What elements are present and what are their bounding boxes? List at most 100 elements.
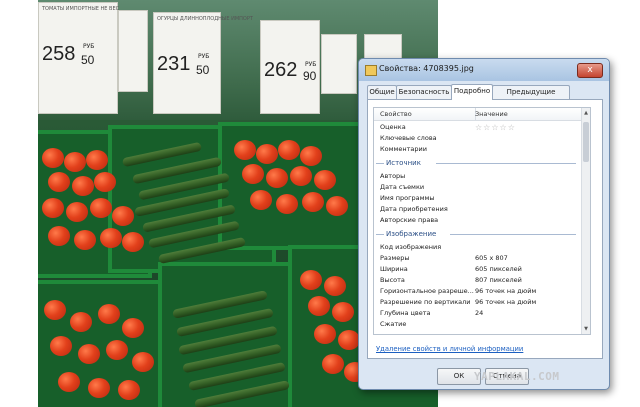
- tomato: [42, 198, 64, 218]
- property-name: Комментарии: [380, 145, 427, 153]
- section-rule: [436, 163, 576, 164]
- property-row[interactable]: Сжатие: [374, 319, 582, 330]
- property-name: Размеры: [380, 254, 410, 262]
- property-row[interactable]: Ключевые слова: [374, 133, 582, 144]
- tomato: [106, 340, 128, 360]
- tomato: [338, 330, 360, 350]
- property-row[interactable]: Авторы: [374, 171, 582, 182]
- tomato: [276, 194, 298, 214]
- property-name: Высота: [380, 276, 405, 284]
- price-kopecks: 50: [196, 63, 210, 77]
- tomato: [86, 150, 108, 170]
- tomato: [70, 312, 92, 332]
- tomato: [314, 324, 336, 344]
- tomato: [90, 198, 112, 218]
- tomato: [302, 192, 324, 212]
- remove-properties-link[interactable]: Удаление свойств и личной информации: [376, 345, 523, 353]
- tomato: [132, 352, 154, 372]
- vertical-scrollbar[interactable]: ▲ ▼: [581, 108, 590, 334]
- close-button[interactable]: x: [577, 63, 603, 78]
- tomato: [58, 372, 80, 392]
- column-header-value[interactable]: Значение: [475, 108, 582, 120]
- price-rubles: 262: [264, 59, 298, 81]
- tomato: [94, 172, 116, 192]
- property-name: Дата приобретения: [380, 205, 448, 213]
- property-row[interactable]: Имя программы: [374, 193, 582, 204]
- tomato: [250, 190, 272, 210]
- property-name: Авторские права: [380, 216, 439, 224]
- scroll-down-icon[interactable]: ▼: [583, 325, 589, 333]
- property-name: Разрешение по вертикали: [380, 298, 471, 306]
- properties-list[interactable]: Свойство Значение Оценка ☆☆☆☆☆ Ключевые …: [373, 107, 591, 335]
- property-row-rating[interactable]: Оценка ☆☆☆☆☆: [374, 122, 582, 133]
- property-row[interactable]: Комментарии: [374, 144, 582, 155]
- tomato: [332, 302, 354, 322]
- tomato: [72, 176, 94, 196]
- details-panel: Свойство Значение Оценка ☆☆☆☆☆ Ключевые …: [367, 99, 603, 359]
- dialog-title: Свойства: 4708395.jpg: [379, 64, 474, 73]
- tomato: [308, 296, 330, 316]
- property-value: 96 точек на дюйм: [475, 298, 537, 306]
- property-row[interactable]: Разрешение по вертикали 96 точек на дюйм: [374, 297, 582, 308]
- price-kopecks: 50: [81, 53, 95, 67]
- tomato: [266, 168, 288, 188]
- price-card-tag: ОГУРЦЫ ДЛИННОПЛОДНЫЕ ИМПОРТ: [157, 16, 253, 22]
- property-value: 24: [475, 309, 484, 317]
- price-card-small: [118, 10, 148, 92]
- property-value: 605 пикселей: [475, 265, 522, 273]
- properties-dialog: Свойства: 4708395.jpg x Общие Безопаснос…: [358, 58, 610, 390]
- column-header-property[interactable]: Свойство: [380, 108, 476, 120]
- section-rule: [376, 234, 384, 235]
- property-name: Ключевые слова: [380, 134, 437, 142]
- property-name: Ширина: [380, 265, 408, 273]
- tomato: [118, 380, 140, 400]
- tab-previous-versions[interactable]: Предыдущие версии: [492, 85, 570, 109]
- price-card: ОГУРЦЫ ДЛИННОПЛОДНЫЕ ИМПОРТ 231 РУБ 50: [153, 12, 253, 114]
- property-name: Оценка: [380, 123, 406, 131]
- list-header: Свойство Значение: [374, 108, 582, 121]
- section-rule: [450, 234, 576, 235]
- property-row[interactable]: Горизонтальное разреше... 96 точек на дю…: [374, 286, 582, 297]
- scrollbar-thumb[interactable]: [583, 122, 589, 162]
- tomato: [66, 202, 88, 222]
- tab-general[interactable]: Общие: [367, 85, 397, 99]
- tomato: [112, 206, 134, 226]
- section-label: Источник: [386, 159, 421, 167]
- tomato: [50, 336, 72, 356]
- tomato: [44, 300, 66, 320]
- tomato: [278, 140, 300, 160]
- price-currency: РУБ: [305, 61, 317, 68]
- tomato: [300, 146, 322, 166]
- property-row[interactable]: Глубина цвета 24: [374, 308, 582, 319]
- property-value: 605 x 807: [475, 254, 508, 262]
- tomato: [300, 270, 322, 290]
- rating-stars-icon[interactable]: ☆☆☆☆☆: [475, 123, 516, 132]
- price-card-tag: ТОМАТЫ ИМПОРТНЫЕ НЕ ВЕС: [42, 6, 120, 12]
- section-rule: [376, 163, 384, 164]
- property-row[interactable]: Авторские права: [374, 215, 582, 226]
- property-row[interactable]: Код изображения: [374, 242, 582, 253]
- scroll-up-icon[interactable]: ▲: [583, 109, 589, 117]
- tomato: [100, 228, 122, 248]
- tomato: [48, 172, 70, 192]
- property-row[interactable]: Дата съемки: [374, 182, 582, 193]
- tab-security[interactable]: Безопасность: [396, 85, 452, 99]
- price-rubles: 258: [42, 43, 76, 65]
- tomato: [64, 152, 86, 172]
- property-row[interactable]: Размеры 605 x 807: [374, 253, 582, 264]
- file-icon: [365, 65, 377, 76]
- tomato: [324, 276, 346, 296]
- tomato: [326, 196, 348, 216]
- dialog-titlebar[interactable]: Свойства: 4708395.jpg x: [359, 59, 609, 81]
- property-value: 96 точек на дюйм: [475, 287, 537, 295]
- tomato: [122, 232, 144, 252]
- property-row[interactable]: Ширина 605 пикселей: [374, 264, 582, 275]
- tomato: [78, 344, 100, 364]
- tomato: [314, 170, 336, 190]
- tomato: [242, 164, 264, 184]
- tab-details[interactable]: Подробно: [451, 84, 493, 100]
- property-row[interactable]: Высота 807 пикселей: [374, 275, 582, 286]
- tomato: [48, 226, 70, 246]
- property-row[interactable]: Дата приобретения: [374, 204, 582, 215]
- price-kopecks: 90: [303, 69, 317, 83]
